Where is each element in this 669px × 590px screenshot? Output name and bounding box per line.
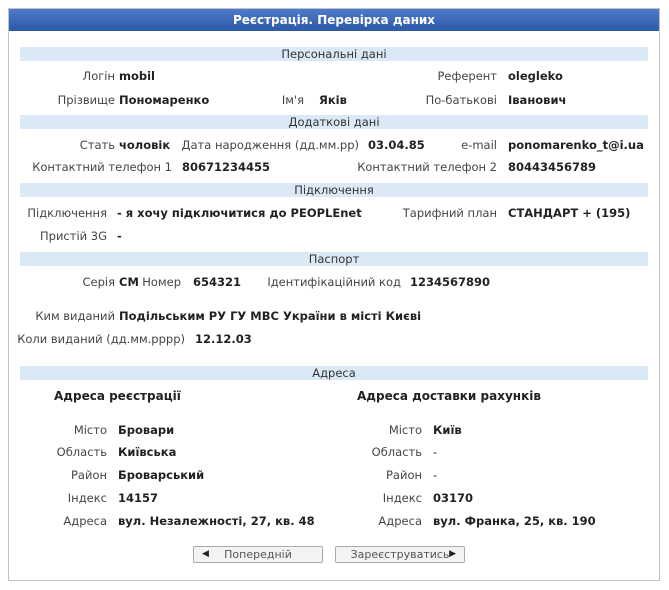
del-address-value: вул. Франка, 25, кв. 190 bbox=[433, 514, 596, 528]
device-value: - bbox=[117, 229, 122, 243]
surname-label: Прізвище bbox=[57, 93, 115, 107]
del-index-value: 03170 bbox=[433, 491, 474, 505]
sex-value: чоловік bbox=[119, 138, 171, 152]
reg-city-value: Бровари bbox=[118, 423, 175, 437]
sex-label: Стать bbox=[79, 138, 115, 152]
series-value: СМ bbox=[119, 275, 139, 289]
registration-panel: Реєстрація. Перевірка даних Персональні … bbox=[8, 8, 660, 581]
del-index-label: Індекс bbox=[382, 491, 422, 505]
email-label: e-mail bbox=[461, 138, 497, 152]
reg-district-value: Броварський bbox=[118, 468, 205, 482]
issued-date-value: 12.12.03 bbox=[195, 332, 252, 346]
patronymic-value: Іванович bbox=[508, 93, 567, 107]
reg-region-label: Область bbox=[56, 445, 107, 459]
connection-label: Підключення bbox=[27, 206, 107, 220]
section-address: Адреса bbox=[20, 366, 648, 380]
del-address-label: Адреса bbox=[378, 514, 422, 528]
reg-address-value: вул. Незалежності, 27, кв. 48 bbox=[118, 514, 315, 528]
tariff-value: СТАНДАРТ + (195) bbox=[508, 206, 631, 220]
register-button-label: Зареєструватись bbox=[350, 548, 450, 561]
reg-address-label: Адреса bbox=[63, 514, 107, 528]
del-region-label: Область bbox=[371, 445, 422, 459]
reg-index-label: Індекс bbox=[67, 491, 107, 505]
phone1-value: 80671234455 bbox=[182, 160, 271, 174]
register-button[interactable]: Зареєструватись ▶ bbox=[335, 546, 465, 563]
login-label: Логін bbox=[82, 69, 115, 83]
registration-address-title: Адреса реєстрації bbox=[54, 389, 181, 403]
page-title: Реєстрація. Перевірка даних bbox=[9, 9, 659, 31]
tax-id-label: Ідентифікаційний код bbox=[267, 275, 401, 289]
del-region-value: - bbox=[433, 445, 438, 459]
reg-district-label: Район bbox=[70, 468, 107, 482]
referent-label: Референт bbox=[437, 69, 497, 83]
previous-button[interactable]: ◀ Попередній bbox=[193, 546, 323, 563]
number-label: Номер bbox=[142, 275, 181, 289]
device-label: Пристій 3G bbox=[40, 229, 107, 243]
name-value: Яків bbox=[319, 93, 347, 107]
issued-date-label: Коли виданий (дд.мм.рррр) bbox=[17, 332, 185, 346]
connection-value: - я хочу підключитися до PEOPLEnet bbox=[117, 206, 362, 220]
dob-label: Дата народження (дд.мм.рр) bbox=[181, 138, 359, 152]
phone1-label: Контактний телефон 1 bbox=[32, 160, 172, 174]
dob-value: 03.04.85 bbox=[368, 138, 425, 152]
del-district-value: - bbox=[433, 468, 438, 482]
phone2-label: Контактний телефон 2 bbox=[357, 160, 497, 174]
number-value: 654321 bbox=[193, 275, 242, 289]
patronymic-label: По-батькові bbox=[425, 93, 497, 107]
issued-by-label: Ким виданий bbox=[35, 309, 115, 323]
del-city-label: Місто bbox=[388, 423, 422, 437]
reg-city-label: Місто bbox=[73, 423, 107, 437]
email-value: ponomarenko_t@i.ua bbox=[508, 138, 644, 152]
arrow-right-icon: ▶ bbox=[449, 549, 456, 559]
reg-region-value: Київська bbox=[118, 445, 177, 459]
login-value: mobil bbox=[119, 69, 155, 83]
phone2-value: 80443456789 bbox=[508, 160, 597, 174]
section-additional: Додаткові дані bbox=[20, 115, 648, 129]
del-district-label: Район bbox=[385, 468, 422, 482]
del-city-value: Київ bbox=[433, 423, 462, 437]
surname-value: Пономаренко bbox=[119, 93, 210, 107]
reg-index-value: 14157 bbox=[118, 491, 159, 505]
referent-value: olegleko bbox=[508, 69, 563, 83]
arrow-left-icon: ◀ bbox=[202, 549, 209, 559]
tariff-label: Тарифний план bbox=[402, 206, 497, 220]
issued-by-value: Подільським РУ ГУ МВС України в місті Ки… bbox=[119, 309, 422, 323]
section-connection: Підключення bbox=[20, 183, 648, 197]
series-label: Серія bbox=[82, 275, 115, 289]
tax-id-value: 1234567890 bbox=[410, 275, 491, 289]
delivery-address-title: Адреса доставки рахунків bbox=[357, 389, 541, 403]
previous-button-label: Попередній bbox=[224, 548, 292, 561]
section-passport: Паспорт bbox=[20, 252, 648, 266]
name-label: Ім'я bbox=[281, 93, 304, 107]
section-personal: Персональні дані bbox=[20, 47, 648, 61]
